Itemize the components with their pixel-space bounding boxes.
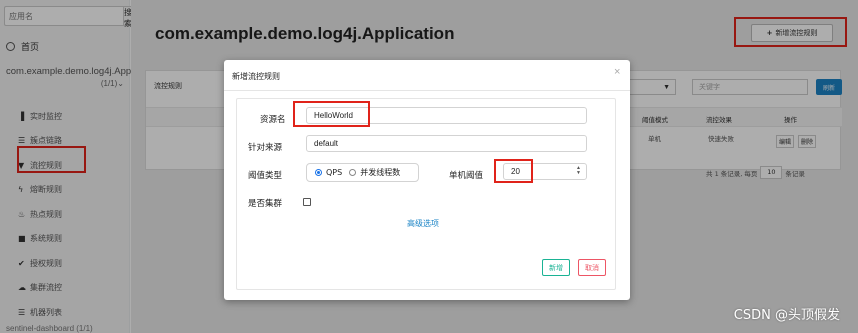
divider	[224, 90, 630, 91]
stepper-icon[interactable]: ▲ ▼	[576, 166, 581, 176]
cluster-mode-checkbox[interactable]	[303, 198, 311, 206]
cluster-mode-label: 是否集群	[248, 199, 283, 209]
highlight-resource-name	[293, 101, 370, 127]
close-icon[interactable]: ×	[614, 66, 620, 78]
qps-radio[interactable]	[315, 169, 322, 176]
qps-radio-label: QPS	[326, 168, 343, 177]
cancel-button[interactable]: 取消	[578, 259, 606, 276]
threshold-type-radio-group: QPS 并发线程数	[306, 163, 419, 182]
dialog-title: 新增流控规则	[232, 72, 280, 81]
resource-name-label: 资源名	[260, 115, 286, 125]
add-flow-rule-dialog: 新增流控规则 × 资源名 HelloWorld 针对来源 default 阈值类…	[224, 60, 630, 300]
thread-radio[interactable]	[349, 169, 357, 176]
highlight-threshold	[494, 159, 533, 183]
threshold-type-label: 阈值类型	[248, 171, 283, 181]
limit-app-label: 针对来源	[248, 143, 283, 153]
limit-app-input[interactable]: default	[306, 135, 587, 152]
single-threshold-label: 单机阈值	[449, 171, 484, 181]
save-button[interactable]: 新增	[542, 259, 570, 276]
watermark: CSDN @头顶假发	[733, 308, 840, 323]
thread-radio-label: 并发线程数	[360, 168, 401, 177]
advanced-options-link[interactable]: 高级选项	[407, 218, 439, 229]
